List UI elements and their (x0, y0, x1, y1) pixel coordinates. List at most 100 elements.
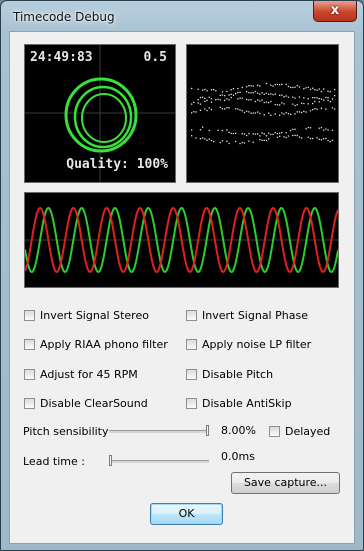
checkbox-box[interactable] (24, 368, 35, 380)
scatter-dot (331, 98, 334, 100)
scatter-dot (331, 107, 334, 109)
checkbox-box[interactable] (24, 338, 35, 350)
scatter-dot (279, 135, 281, 137)
invert-signal-stereo-checkbox[interactable]: Invert Signal Stereo (24, 308, 149, 322)
scatter-dot (230, 89, 232, 91)
scatter-dot (287, 85, 290, 88)
scatter-dot (292, 128, 294, 130)
scatter-dot (259, 85, 261, 87)
scatter-dot (270, 114, 272, 116)
scatter-dot (305, 111, 307, 113)
checkbox-box[interactable] (24, 397, 35, 409)
checkbox-box[interactable] (269, 425, 280, 437)
slider-thumb[interactable] (109, 455, 112, 466)
scatter-dot (241, 110, 243, 112)
scatter-dot (199, 96, 202, 99)
invert-signal-phase-checkbox[interactable]: Invert Signal Phase (186, 308, 308, 322)
checkbox-box[interactable] (186, 338, 197, 350)
adjust-45rpm-checkbox[interactable]: Adjust for 45 RPM (24, 367, 138, 381)
scatter-dot (204, 108, 206, 110)
scatter-dot (272, 93, 274, 96)
scatter-dot (276, 133, 279, 135)
save-capture-button[interactable]: Save capture... (231, 472, 340, 494)
scatter-dot (272, 85, 274, 87)
scatter-dot (276, 104, 279, 106)
scatter-dot (307, 103, 309, 105)
scatter-dot (206, 109, 208, 112)
scatter-dot (252, 85, 254, 87)
scatter-dot (215, 90, 217, 92)
checkbox-label: Disable ClearSound (40, 396, 148, 410)
scatter-dot (219, 94, 221, 96)
scatter-dot (213, 89, 215, 91)
lead-time-slider[interactable] (109, 455, 209, 466)
close-button[interactable]: x (313, 1, 357, 22)
scatter-dot (237, 87, 239, 90)
scatter-dot (197, 88, 199, 90)
quality-readout: Quality: 100% (66, 157, 168, 172)
scatter-dot (279, 84, 281, 86)
scatter-dot (265, 101, 268, 103)
scatter-dot (239, 97, 241, 99)
scatter-dot (210, 139, 213, 142)
checkbox-label: Adjust for 45 RPM (40, 367, 138, 381)
scatter-dot (259, 112, 261, 115)
scatter-dot (202, 96, 204, 98)
checkbox-label: Invert Signal Stereo (40, 308, 149, 322)
scatter-dot (221, 91, 224, 93)
scatter-dot (206, 139, 208, 141)
disable-clearsound-checkbox[interactable]: Disable ClearSound (24, 396, 148, 410)
scatter-dot (327, 129, 329, 131)
pitch-sensibility-slider[interactable] (109, 425, 209, 436)
scatter-dot (318, 88, 320, 90)
pitch-sensibility-label: Pitch sensibility (23, 425, 109, 438)
scatter-dot (246, 90, 248, 93)
scatter-dot (219, 141, 221, 144)
scatter-dot (259, 139, 261, 141)
scatter-dot (208, 129, 210, 132)
checkbox-box[interactable] (24, 309, 35, 321)
lead-time-label: Lead time : (23, 455, 85, 468)
scatter-dot (331, 139, 334, 142)
scatter-dot (305, 128, 307, 130)
apply-riaa-checkbox[interactable]: Apply RIAA phono filter (24, 337, 168, 351)
scatter-dot (226, 90, 228, 93)
scatter-dot (248, 85, 250, 87)
checkbox-box[interactable] (186, 397, 197, 409)
dialog-body: 24:49:83 0.5 Quality: 100% Invert Signal… (9, 31, 355, 544)
scatter-dot (202, 89, 204, 91)
scatter-dot (320, 127, 323, 129)
scatter-dot (199, 138, 202, 140)
scatter-dot (281, 83, 283, 85)
scatter-dot (323, 99, 325, 101)
scatter-dot (246, 86, 248, 88)
scatter-dot (270, 93, 272, 95)
checkbox-label: Disable AntiSkip (202, 396, 292, 410)
scatter-dot (314, 108, 316, 110)
scatter-dot (316, 97, 318, 99)
slider-track (109, 460, 209, 463)
scatter-dot (221, 129, 224, 132)
disable-pitch-checkbox[interactable]: Disable Pitch (186, 367, 273, 381)
scatter-dot (206, 99, 208, 102)
scatter-dot (274, 132, 276, 134)
scatter-dot (206, 90, 208, 92)
scatter-dot (228, 94, 230, 96)
scatter-dot (265, 139, 268, 142)
checkbox-box[interactable] (186, 309, 197, 321)
scatter-dot (219, 99, 221, 101)
slider-thumb[interactable] (206, 425, 209, 436)
scatter-dot (259, 93, 261, 95)
disable-antiskip-checkbox[interactable]: Disable AntiSkip (186, 396, 292, 410)
scatter-dot (272, 133, 274, 136)
scatter-dot (204, 97, 206, 99)
checkbox-box[interactable] (186, 368, 197, 380)
scatter-dot (254, 133, 257, 135)
delayed-checkbox[interactable]: Delayed (269, 424, 330, 438)
apply-noise-lp-checkbox[interactable]: Apply noise LP filter (186, 337, 311, 351)
scatter-dot (246, 134, 248, 137)
scatter-dot (292, 96, 294, 98)
scatter-dot (292, 134, 294, 137)
scatter-dot (294, 104, 296, 107)
ok-button[interactable]: OK (150, 503, 223, 525)
